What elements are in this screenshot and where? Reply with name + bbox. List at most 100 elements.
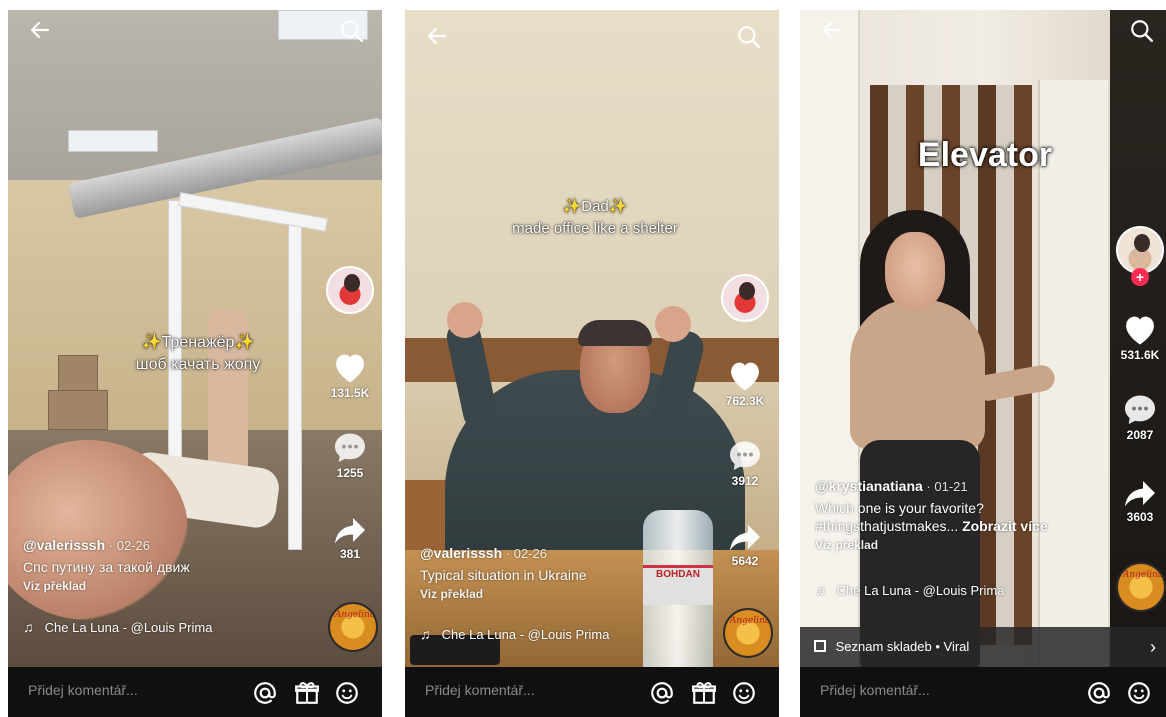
gym-machine-frame <box>288 220 302 550</box>
music-note-icon: ♫ <box>815 582 826 598</box>
comment-input[interactable]: Přidej komentář... <box>28 682 138 698</box>
bottle-brand: BOHDAN <box>656 569 700 580</box>
translate-link[interactable]: Viz překlad <box>420 587 587 601</box>
share-icon <box>730 525 760 551</box>
avatar-head <box>739 282 755 300</box>
video-description: Which one is your favorite? <box>815 500 984 516</box>
comment-bar: Přidej komentář... <box>405 667 779 717</box>
disc-title: Angelina <box>1122 570 1164 580</box>
comment-count: 3912 <box>731 474 759 488</box>
at-icon[interactable] <box>649 680 675 706</box>
three-video-screens: ✨Тренажёр✨ шоб качать жопу 131.5K 1255 3… <box>0 0 1166 717</box>
video-screen-1: ✨Тренажёр✨ шоб качать жопу 131.5K 1255 3… <box>8 10 382 717</box>
comment-button[interactable]: 2087 <box>1112 392 1166 442</box>
like-button[interactable]: 762.3K <box>717 358 773 408</box>
creator-avatar[interactable] <box>721 274 769 322</box>
woman-face <box>885 232 945 310</box>
post-date: · 02-26 <box>502 546 547 561</box>
emoji-icon[interactable] <box>731 680 757 706</box>
arrow-left-icon <box>427 27 447 45</box>
comment-icon <box>730 441 760 470</box>
music-title: Che La Luna - @Louis Prima <box>441 627 610 642</box>
translate-link[interactable]: Viz překlad <box>23 579 190 593</box>
post-date: · 01-21 <box>922 479 968 494</box>
share-icon <box>1125 481 1155 507</box>
comment-icon <box>1125 395 1155 424</box>
music-disc[interactable]: Angelina <box>1116 562 1166 612</box>
back-button[interactable] <box>24 18 56 50</box>
avatar-head <box>1134 234 1150 252</box>
comment-count: 1255 <box>336 466 364 480</box>
username[interactable]: @krystianatiana <box>815 478 923 494</box>
translate-link[interactable]: Viz překlad <box>815 538 1048 552</box>
video-screen-2: BOHDAN ✨Dad✨ made office like a shelter … <box>405 10 779 717</box>
creator-avatar[interactable] <box>1116 226 1164 274</box>
video-caption: Elevator <box>917 136 1053 174</box>
comment-button[interactable]: 1255 <box>322 430 378 480</box>
storage-box <box>58 355 98 391</box>
creator-avatar[interactable] <box>326 266 374 314</box>
video-caption: ✨Dad✨ made office like a shelter <box>475 196 715 240</box>
share-count: 5642 <box>731 554 759 568</box>
heart-icon <box>1126 316 1154 345</box>
back-button[interactable] <box>816 18 848 50</box>
woman-top <box>850 300 985 450</box>
music-disc[interactable]: Angelina <box>723 608 773 658</box>
comment-bar: Přidej komentář... <box>8 667 382 717</box>
share-count: 381 <box>339 547 361 561</box>
like-count: 131.5K <box>330 386 370 400</box>
comment-bar: Přidej komentář... <box>800 667 1166 717</box>
share-button[interactable]: 5642 <box>717 522 773 568</box>
emoji-icon[interactable] <box>1126 680 1152 706</box>
music-info[interactable]: ♫ Che La Luna - @Louis Prima <box>420 626 609 642</box>
heart-icon <box>336 354 364 383</box>
video-meta: @krystianatiana · 01-21 Which one is you… <box>815 478 1048 552</box>
arrow-left-icon <box>30 21 50 39</box>
caption-line: made office like a shelter <box>512 220 678 237</box>
storage-box <box>48 390 108 430</box>
music-disc[interactable]: Angelina <box>328 602 378 652</box>
video-description: Typical situation in Ukraine <box>420 567 587 583</box>
search-button[interactable] <box>733 24 765 56</box>
share-button[interactable]: 3603 <box>1112 478 1166 524</box>
show-more-link[interactable]: Zobrazit více <box>962 518 1048 534</box>
follow-button[interactable]: + <box>1131 268 1149 286</box>
caption-line: ✨Dad✨ <box>562 198 628 215</box>
like-button[interactable]: 531.6K <box>1112 312 1166 362</box>
music-info[interactable]: ♫ Che La Luna - @Louis Prima <box>815 582 1004 598</box>
heart-icon <box>731 362 759 391</box>
ceiling-light <box>68 130 158 152</box>
gift-icon[interactable] <box>294 680 320 706</box>
fist <box>655 306 691 342</box>
search-button[interactable] <box>336 18 368 50</box>
playlist-icon <box>814 640 826 652</box>
music-info[interactable]: ♫ Che La Luna - @Louis Prima <box>23 619 212 635</box>
comment-input[interactable]: Přidej komentář... <box>820 682 930 698</box>
comment-count: 2087 <box>1126 428 1154 442</box>
search-icon <box>341 20 363 42</box>
fist <box>447 302 483 338</box>
comment-input[interactable]: Přidej komentář... <box>425 682 535 698</box>
video-meta: @valerisssh · 02-26 Спс путину за такой … <box>23 537 190 593</box>
back-button[interactable] <box>421 24 453 56</box>
bottle-label: BOHDAN <box>643 565 713 605</box>
emoji-icon[interactable] <box>334 680 360 706</box>
video-screen-3: Elevator + 531.6K 2087 3603 @krystianati… <box>800 10 1166 717</box>
like-button[interactable]: 131.5K <box>322 350 378 400</box>
hashtag[interactable]: #thingsthatjustmakes... <box>815 518 958 534</box>
video-description: Спс путину за такой движ <box>23 559 190 575</box>
at-icon[interactable] <box>252 680 278 706</box>
search-button[interactable] <box>1126 18 1158 50</box>
like-count: 762.3K <box>725 394 765 408</box>
search-icon <box>1131 20 1153 42</box>
post-date: · 02-26 <box>105 538 150 553</box>
username[interactable]: @valerisssh <box>23 537 105 553</box>
playlist-bar[interactable]: Seznam skladeb • Viral › <box>800 627 1166 667</box>
video-description-tags: #thingsthatjustmakes... Zobrazit více <box>815 518 1048 534</box>
at-icon[interactable] <box>1086 680 1112 706</box>
caption-line: шоб качать жопу <box>135 356 261 373</box>
gift-icon[interactable] <box>691 680 717 706</box>
comment-button[interactable]: 3912 <box>717 438 773 488</box>
username[interactable]: @valerisssh <box>420 545 502 561</box>
share-button[interactable]: 381 <box>322 515 378 561</box>
